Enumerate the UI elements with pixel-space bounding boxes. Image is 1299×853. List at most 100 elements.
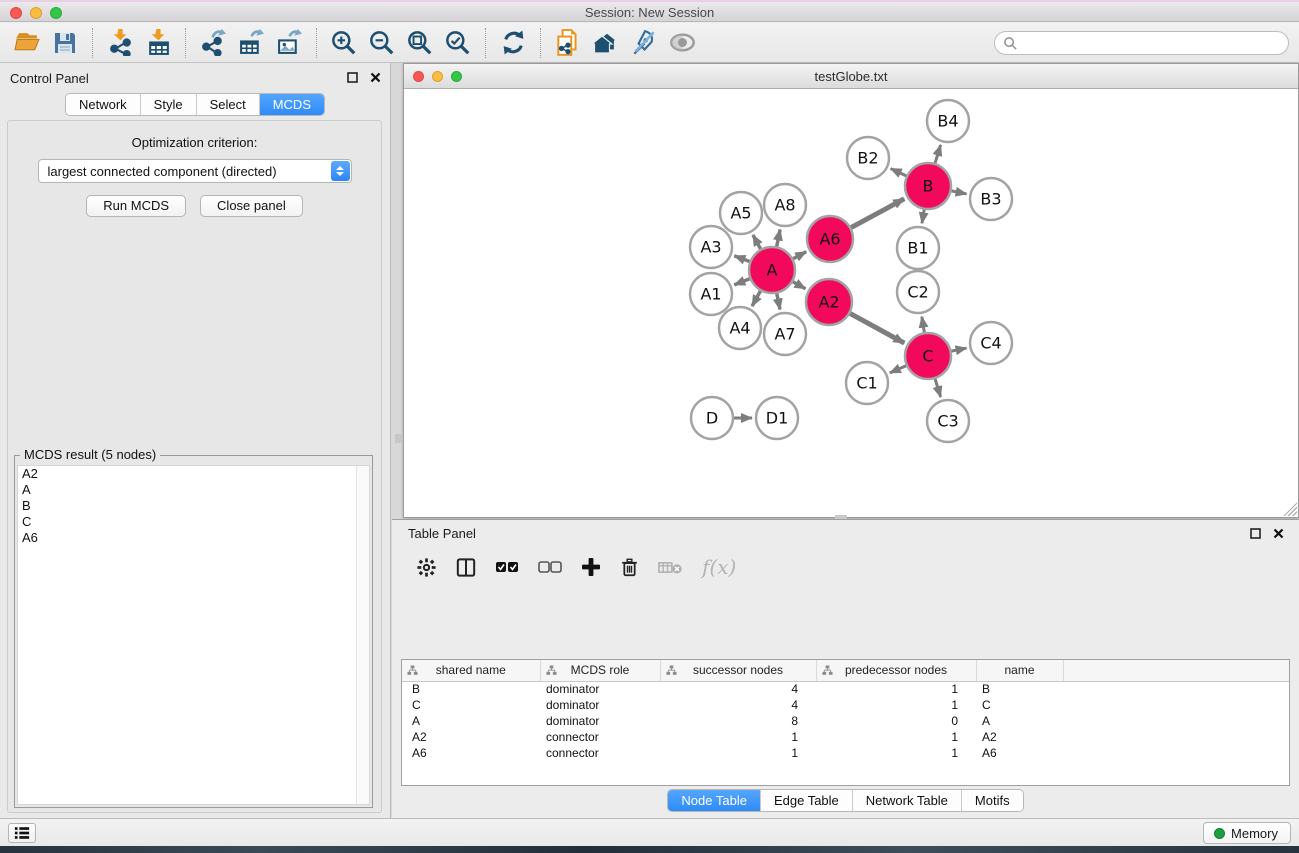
- zoom-fit-button[interactable]: [401, 26, 439, 60]
- window-titlebar[interactable]: Session: New Session: [0, 0, 1299, 22]
- tab-select[interactable]: Select: [196, 94, 259, 115]
- memory-button[interactable]: Memory: [1203, 822, 1291, 844]
- list-item[interactable]: B: [18, 498, 369, 514]
- network-graph[interactable]: AA1A2A3A4A5A6A7A8BB1B2B3B4CC1C2C3C4DD1: [404, 89, 1298, 517]
- table-cell[interactable]: B: [402, 681, 540, 697]
- run-mcds-button[interactable]: Run MCDS: [86, 195, 186, 217]
- table-cell[interactable]: 0: [816, 713, 976, 729]
- table-cell[interactable]: 1: [816, 729, 976, 745]
- add-column-button[interactable]: [581, 557, 601, 577]
- table-cell[interactable]: 1: [816, 697, 976, 713]
- tab-motifs[interactable]: Motifs: [961, 790, 1023, 811]
- graph-edge-B-B4[interactable]: [935, 145, 941, 163]
- table-cell[interactable]: 1: [816, 745, 976, 761]
- tab-mcds[interactable]: MCDS: [259, 94, 324, 115]
- table-cell[interactable]: 4: [660, 697, 816, 713]
- zoom-out-button[interactable]: [363, 26, 401, 60]
- table-cell[interactable]: 1: [660, 745, 816, 761]
- export-image-button[interactable]: [270, 26, 308, 60]
- search-input[interactable]: [1018, 33, 1288, 53]
- table-cell[interactable]: dominator: [540, 713, 660, 729]
- refresh-button[interactable]: [494, 26, 532, 60]
- column-header[interactable]: name: [976, 660, 1063, 681]
- graph-edge-A-A4[interactable]: [752, 291, 760, 306]
- table-cell[interactable]: dominator: [540, 681, 660, 697]
- list-item[interactable]: A2: [18, 466, 369, 482]
- tab-edge-table[interactable]: Edge Table: [760, 790, 852, 811]
- close-panel-icon[interactable]: [368, 70, 382, 84]
- tab-style[interactable]: Style: [140, 94, 196, 115]
- table-cell[interactable]: A6: [976, 745, 1063, 761]
- column-header[interactable]: predecessor nodes: [816, 660, 976, 681]
- graph-edge-A-A1[interactable]: [734, 279, 749, 285]
- graph-edge-B-B3[interactable]: [952, 191, 967, 194]
- vertical-split-handle[interactable]: [395, 434, 402, 443]
- table-row[interactable]: A6connector11A6: [402, 745, 1289, 761]
- table-cell[interactable]: A: [976, 713, 1063, 729]
- close-panel-icon[interactable]: [1271, 526, 1285, 540]
- list-item[interactable]: A: [18, 482, 369, 498]
- float-panel-icon[interactable]: [345, 70, 359, 84]
- graph-edge-A-A2[interactable]: [793, 282, 806, 289]
- tab-network[interactable]: Network: [66, 94, 140, 115]
- table-cell[interactable]: connector: [540, 745, 660, 761]
- table-cell[interactable]: 4: [660, 681, 816, 697]
- graph-edge-A6-B[interactable]: [851, 199, 904, 228]
- graph-edge-A-A7[interactable]: [777, 294, 780, 310]
- list-item[interactable]: C: [18, 514, 369, 530]
- tab-node-table[interactable]: Node Table: [668, 790, 760, 811]
- node-table[interactable]: shared nameMCDS rolesuccessor nodesprede…: [401, 659, 1290, 786]
- search-box[interactable]: [994, 31, 1289, 55]
- table-cell[interactable]: 8: [660, 713, 816, 729]
- table-cell[interactable]: 1: [660, 729, 816, 745]
- table-row[interactable]: A2connector11A2: [402, 729, 1289, 745]
- table-cell[interactable]: C: [976, 697, 1063, 713]
- column-header[interactable]: successor nodes: [660, 660, 816, 681]
- task-history-button[interactable]: [8, 823, 36, 843]
- graph-edge-C-C3[interactable]: [935, 379, 941, 397]
- select-all-button[interactable]: [495, 561, 519, 574]
- hide-annotations-button[interactable]: [625, 26, 663, 60]
- graph-edge-C-C2[interactable]: [922, 317, 924, 333]
- network-window-titlebar[interactable]: testGlobe.txt: [404, 64, 1298, 89]
- column-header[interactable]: shared name: [402, 660, 540, 681]
- graph-edge-A2-C[interactable]: [850, 313, 904, 343]
- table-cell[interactable]: A2: [976, 729, 1063, 745]
- resize-grip[interactable]: [1283, 502, 1297, 516]
- import-network-button[interactable]: [101, 26, 139, 60]
- tab-network-table[interactable]: Network Table: [852, 790, 961, 811]
- home-button[interactable]: [587, 26, 625, 60]
- mcds-result-list[interactable]: A2ABCA6: [17, 465, 370, 805]
- network-canvas[interactable]: AA1A2A3A4A5A6A7A8BB1B2B3B4CC1C2C3C4DD1: [404, 89, 1298, 517]
- list-item[interactable]: A6: [18, 530, 369, 546]
- zoom-in-button[interactable]: [325, 26, 363, 60]
- close-panel-button[interactable]: Close panel: [200, 195, 303, 217]
- table-settings-button[interactable]: [416, 557, 437, 578]
- graph-edge-A-A6[interactable]: [793, 252, 806, 259]
- graph-edge-B-B2[interactable]: [891, 169, 907, 176]
- graph-edge-A-A3[interactable]: [734, 256, 749, 262]
- table-cell[interactable]: 1: [816, 681, 976, 697]
- table-cell[interactable]: B: [976, 681, 1063, 697]
- table-cell[interactable]: connector: [540, 729, 660, 745]
- graph-edge-C-C1[interactable]: [890, 366, 906, 373]
- new-network-from-file-button[interactable]: [549, 26, 587, 60]
- graph-edge-C-C4[interactable]: [952, 348, 967, 351]
- column-header[interactable]: MCDS role: [540, 660, 660, 681]
- delete-table-button[interactable]: [658, 560, 683, 575]
- scrollbar-track[interactable]: [356, 466, 369, 804]
- table-cell[interactable]: A6: [402, 745, 540, 761]
- show-columns-button[interactable]: [456, 557, 476, 578]
- import-table-button[interactable]: [139, 26, 177, 60]
- graph-edge-B-B1[interactable]: [922, 210, 924, 224]
- deselect-all-button[interactable]: [538, 561, 562, 574]
- table-cell[interactable]: dominator: [540, 697, 660, 713]
- show-hide-button[interactable]: [663, 26, 701, 60]
- function-builder-button[interactable]: f(x): [702, 555, 736, 579]
- table-row[interactable]: Bdominator41B: [402, 681, 1289, 697]
- table-cell[interactable]: A: [402, 713, 540, 729]
- table-row[interactable]: Cdominator41C: [402, 697, 1289, 713]
- open-session-button[interactable]: [8, 26, 46, 60]
- graph-edge-A-A5[interactable]: [753, 235, 761, 249]
- table-cell[interactable]: A2: [402, 729, 540, 745]
